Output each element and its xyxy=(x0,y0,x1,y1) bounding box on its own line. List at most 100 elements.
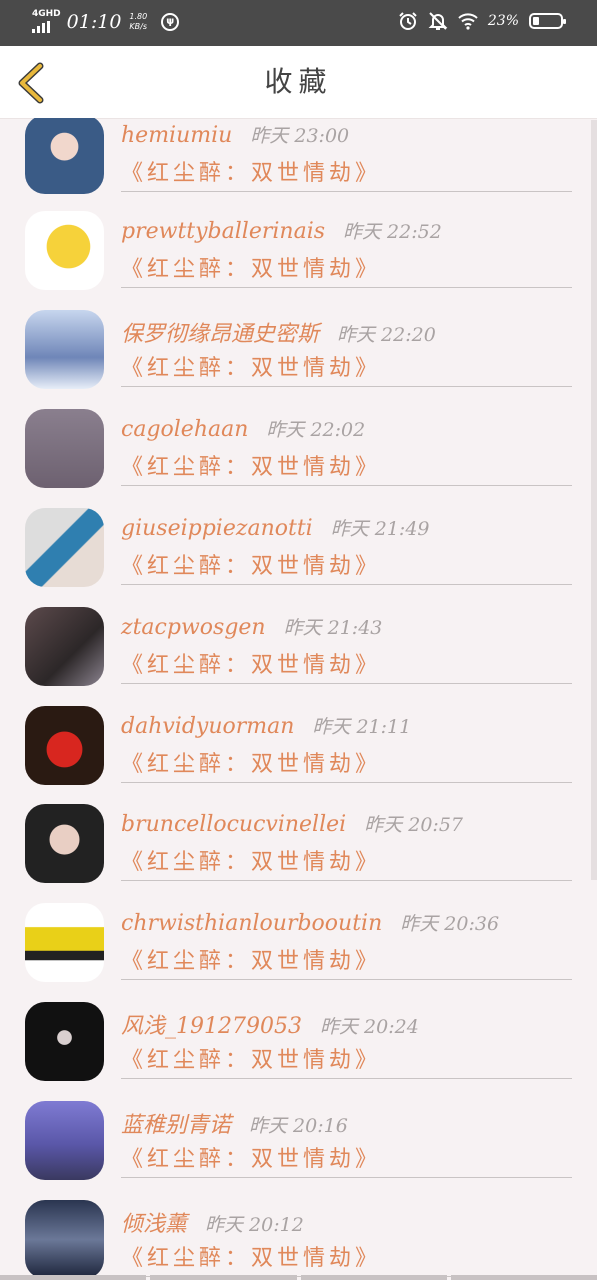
timestamp: 昨天 20:12 xyxy=(205,1214,304,1236)
list-item[interactable]: hemiumiu 昨天 23:00 《红尘醉：双世情劫》 xyxy=(0,118,597,214)
timestamp: 昨天 21:49 xyxy=(330,518,430,540)
wifi-icon xyxy=(458,13,478,30)
avatar[interactable] xyxy=(25,118,104,194)
battery-percent: 23% xyxy=(487,13,519,29)
item-header: giuseippiezanotti 昨天 21:49 xyxy=(121,514,430,541)
divider xyxy=(121,485,572,486)
signal-icon: 4GHD xyxy=(32,10,61,33)
timestamp: 昨天 22:20 xyxy=(337,324,436,346)
username[interactable]: hemiumiu xyxy=(121,123,232,148)
timestamp: 昨天 20:57 xyxy=(364,814,463,836)
username[interactable]: ztacpwosgen xyxy=(121,615,266,640)
item-header: 保罗彻缘昂通史密斯 昨天 22:20 xyxy=(121,316,436,348)
avatar[interactable] xyxy=(25,409,104,488)
avatar[interactable] xyxy=(25,1101,104,1180)
item-header: hemiumiu 昨天 23:00 xyxy=(121,121,349,148)
item-header: dahvidyuorman 昨天 21:11 xyxy=(121,712,411,739)
username[interactable]: bruncellocucvinellei xyxy=(121,812,346,837)
divider xyxy=(121,880,572,881)
list-item[interactable]: 保罗彻缘昂通史密斯 昨天 22:20 《红尘醉：双世情劫》 xyxy=(0,310,597,409)
scrollbar[interactable] xyxy=(591,120,597,880)
list-item[interactable]: prewttyballerinais 昨天 22:52 《红尘醉：双世情劫》 xyxy=(0,211,597,310)
username[interactable]: giuseippiezanotti xyxy=(121,516,313,541)
timestamp: 昨天 22:52 xyxy=(343,221,442,243)
book-title[interactable]: 《红尘醉：双世情劫》 xyxy=(121,251,381,283)
book-title[interactable]: 《红尘醉：双世情劫》 xyxy=(121,155,381,187)
divider xyxy=(121,1078,572,1079)
book-title[interactable]: 《红尘醉：双世情劫》 xyxy=(121,350,381,382)
timestamp: 昨天 20:24 xyxy=(319,1016,419,1038)
network-speed-unit: KB/s xyxy=(129,21,148,31)
username[interactable]: chrwisthianlourbooutin xyxy=(121,911,382,936)
avatar[interactable] xyxy=(25,1002,104,1081)
status-time: 01:10 xyxy=(66,10,122,33)
avatar[interactable] xyxy=(25,903,104,982)
book-title[interactable]: 《红尘醉：双世情劫》 xyxy=(121,943,381,975)
timestamp: 昨天 22:02 xyxy=(266,419,366,441)
list-item[interactable]: chrwisthianlourbooutin 昨天 20:36 《红尘醉：双世情劫》 xyxy=(0,903,597,1002)
divider xyxy=(121,191,572,192)
username[interactable]: cagolehaan xyxy=(121,417,248,442)
list-item[interactable]: cagolehaan 昨天 22:02 《红尘醉：双世情劫》 xyxy=(0,409,597,508)
timestamp: 昨天 21:43 xyxy=(283,617,383,639)
page-title: 收藏 xyxy=(264,65,333,98)
item-header: prewttyballerinais 昨天 22:52 xyxy=(121,217,442,244)
app-header: 收藏 xyxy=(0,46,597,119)
book-title[interactable]: 《红尘醉：双世情劫》 xyxy=(121,548,381,580)
divider xyxy=(121,683,572,684)
network-speed-value: 1.80 xyxy=(129,11,148,21)
list-item[interactable]: 倾浅薰 昨天 20:12 《红尘醉：双世情劫》 xyxy=(0,1200,597,1280)
list-item[interactable]: bruncellocucvinellei 昨天 20:57 《红尘醉：双世情劫》 xyxy=(0,804,597,903)
username[interactable]: 风浅_191279053 xyxy=(121,1014,302,1039)
avatar[interactable] xyxy=(25,1200,104,1279)
username[interactable]: dahvidyuorman xyxy=(121,714,294,739)
bottom-indicator xyxy=(0,1275,597,1280)
avatar[interactable] xyxy=(25,310,104,389)
book-title[interactable]: 《红尘醉：双世情劫》 xyxy=(121,1042,381,1074)
favorites-list[interactable]: hemiumiu 昨天 23:00 《红尘醉：双世情劫》 prewttyballeri… xyxy=(0,118,597,1280)
item-header: 蓝稚别青诺 昨天 20:16 xyxy=(121,1107,348,1139)
list-item[interactable]: dahvidyuorman 昨天 21:11 《红尘醉：双世情劫》 xyxy=(0,706,597,805)
item-header: 风浅_191279053 昨天 20:24 xyxy=(121,1008,419,1040)
battery-icon xyxy=(529,13,566,29)
book-title[interactable]: 《红尘醉：双世情劫》 xyxy=(121,449,381,481)
book-title[interactable]: 《红尘醉：双世情劫》 xyxy=(121,1240,381,1272)
avatar[interactable] xyxy=(25,607,104,686)
timestamp: 昨天 21:11 xyxy=(312,716,412,738)
network-speed: 1.80 KB/s xyxy=(129,12,147,32)
username[interactable]: 倾浅薰 xyxy=(121,1212,187,1237)
username[interactable]: 蓝稚别青诺 xyxy=(121,1113,231,1138)
item-header: 倾浅薰 昨天 20:12 xyxy=(121,1206,304,1238)
list-item[interactable]: giuseippiezanotti 昨天 21:49 《红尘醉：双世情劫》 xyxy=(0,508,597,607)
item-header: chrwisthianlourbooutin 昨天 20:36 xyxy=(121,909,499,936)
divider xyxy=(121,287,572,288)
timestamp: 昨天 20:36 xyxy=(400,913,500,935)
app-notification-icon: ψ xyxy=(161,12,180,31)
divider xyxy=(121,1177,572,1178)
avatar[interactable] xyxy=(25,804,104,883)
status-bar: 4GHD 01:10 1.80 KB/s ψ 23% xyxy=(0,0,597,46)
book-title[interactable]: 《红尘醉：双世情劫》 xyxy=(121,746,381,778)
book-title[interactable]: 《红尘醉：双世情劫》 xyxy=(121,1141,381,1173)
list-item[interactable]: 风浅_191279053 昨天 20:24 《红尘醉：双世情劫》 xyxy=(0,1002,597,1101)
avatar[interactable] xyxy=(25,508,104,587)
username[interactable]: prewttyballerinais xyxy=(121,219,325,244)
divider xyxy=(121,584,572,585)
list-item[interactable]: ztacpwosgen 昨天 21:43 《红尘醉：双世情劫》 xyxy=(0,607,597,706)
item-header: bruncellocucvinellei 昨天 20:57 xyxy=(121,810,463,837)
list-item[interactable]: 蓝稚别青诺 昨天 20:16 《红尘醉：双世情劫》 xyxy=(0,1101,597,1200)
alarm-icon xyxy=(399,12,417,30)
username[interactable]: 保罗彻缘昂通史密斯 xyxy=(121,322,319,347)
divider xyxy=(121,782,572,783)
timestamp: 昨天 23:00 xyxy=(250,125,350,147)
divider xyxy=(121,979,572,980)
timestamp: 昨天 20:16 xyxy=(249,1115,348,1137)
avatar[interactable] xyxy=(25,211,104,290)
mute-icon xyxy=(428,12,448,30)
divider xyxy=(121,386,572,387)
book-title[interactable]: 《红尘醉：双世情劫》 xyxy=(121,844,381,876)
book-title[interactable]: 《红尘醉：双世情劫》 xyxy=(121,647,381,679)
item-header: ztacpwosgen 昨天 21:43 xyxy=(121,613,382,640)
avatar[interactable] xyxy=(25,706,104,785)
item-header: cagolehaan 昨天 22:02 xyxy=(121,415,365,442)
